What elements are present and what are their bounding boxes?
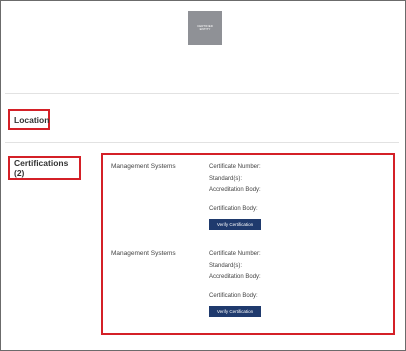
cert-2-certificate-number-label: Certificate Number: (209, 251, 261, 257)
cert-2-system: Management Systems (111, 250, 176, 257)
cert-2-accreditation-body-label: Accreditation Body: (209, 274, 261, 280)
company-logo: CERTIFIED ENTITY (188, 11, 222, 45)
certifications-list: Management Systems Certificate Number: S… (101, 153, 395, 335)
certifications-heading[interactable]: Certifications (2) (8, 156, 81, 180)
cert-1-standards-label: Standard(s): (209, 176, 243, 182)
cert-1-certification-body-label: Certification Body: (209, 206, 258, 212)
cert-1-system: Management Systems (111, 163, 176, 170)
location-heading[interactable]: Location (8, 109, 50, 130)
logo-text-line-2: ENTITY (199, 27, 211, 31)
certifications-heading-label: Certifications (2) (14, 158, 69, 178)
location-heading-label: Location (14, 114, 50, 125)
cert-1-verify-button[interactable]: Verify Certification (209, 219, 261, 230)
page-frame: CERTIFIED ENTITY Location Certifications… (0, 0, 406, 351)
cert-1-certificate-number-label: Certificate Number: (209, 164, 261, 170)
cert-2-verify-button[interactable]: Verify Certification (209, 306, 261, 317)
divider-top (5, 93, 399, 94)
cert-2-certification-body-label: Certification Body: (209, 293, 258, 299)
divider-middle (5, 142, 399, 143)
cert-1-accreditation-body-label: Accreditation Body: (209, 187, 261, 193)
cert-2-standards-label: Standard(s): (209, 263, 243, 269)
